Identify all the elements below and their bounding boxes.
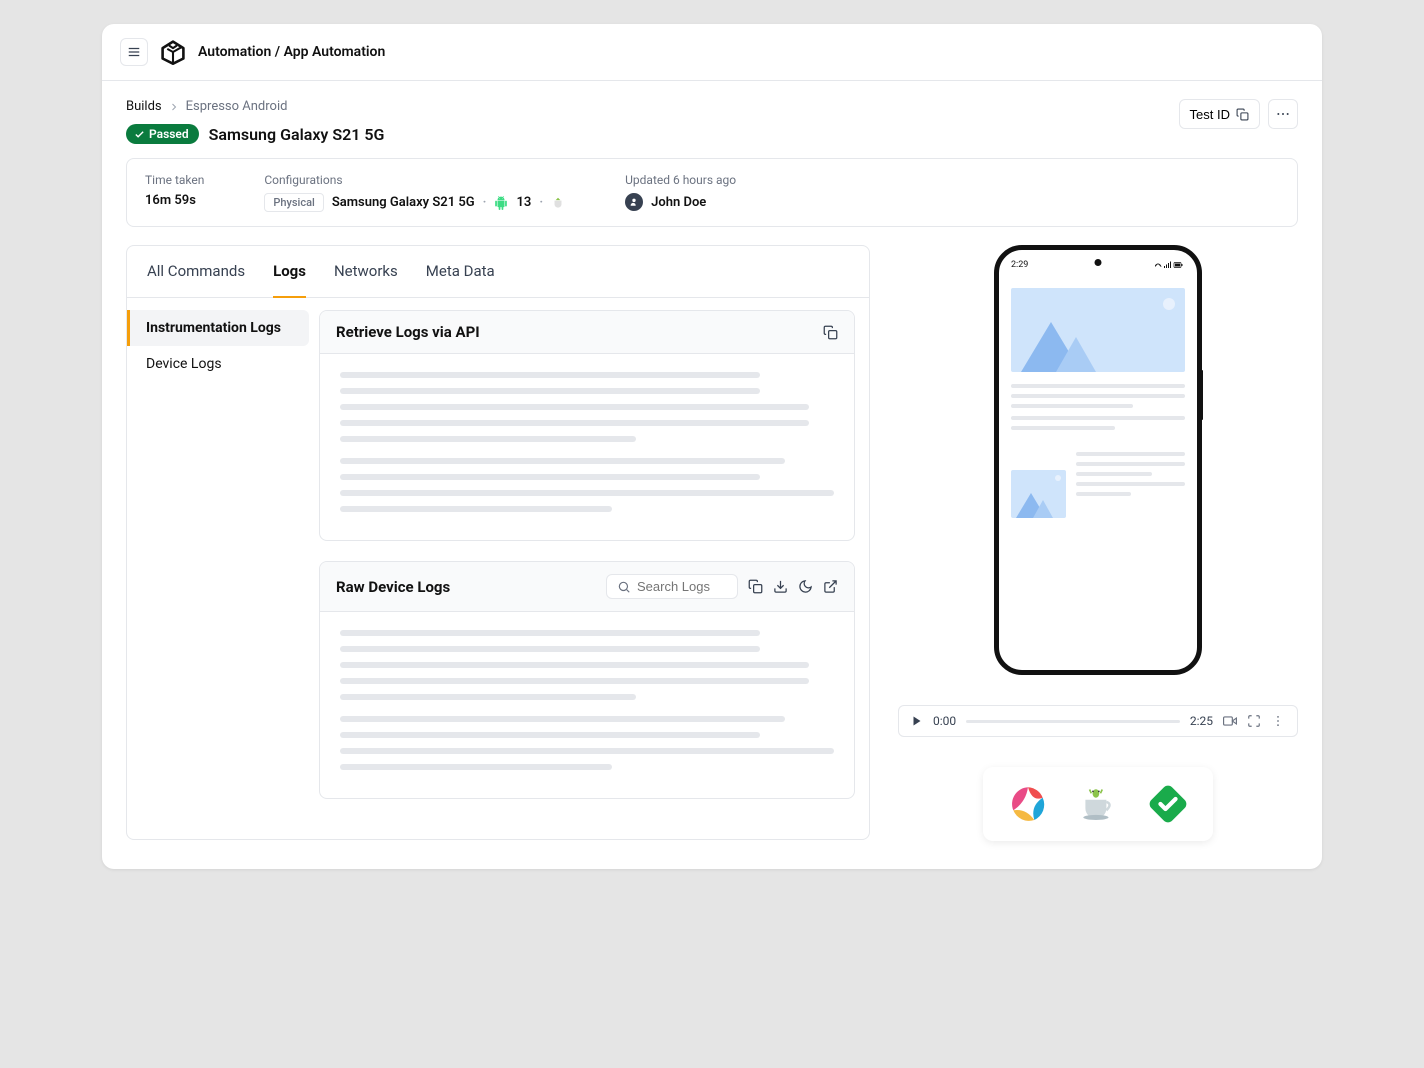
logs-panel: All Commands Logs Networks Meta Data Instru… bbox=[126, 245, 870, 840]
copy-icon bbox=[748, 579, 763, 594]
updated-label: Updated 6 hours ago bbox=[625, 173, 736, 187]
time-taken-label: Time taken bbox=[145, 173, 204, 187]
log-nav: Instrumentation LogsDevice Logs bbox=[127, 298, 317, 839]
page-title: Samsung Galaxy S21 5G bbox=[209, 125, 385, 144]
appium-icon bbox=[1007, 783, 1049, 825]
copy-button[interactable] bbox=[823, 325, 838, 340]
video-player[interactable]: 0:00 2:25 bbox=[898, 705, 1298, 737]
logo-icon bbox=[160, 39, 186, 65]
test-id-button[interactable]: Test ID bbox=[1179, 99, 1260, 129]
check-icon bbox=[134, 129, 145, 140]
raw-logs-title: Raw Device Logs bbox=[336, 578, 450, 596]
moon-icon bbox=[798, 579, 813, 594]
copy-icon bbox=[823, 325, 838, 340]
espresso-cup-icon bbox=[1077, 783, 1119, 825]
player-start: 0:00 bbox=[933, 714, 956, 728]
phone-time: 2:29 bbox=[1011, 260, 1028, 270]
header-breadcrumb: Automation / App Automation bbox=[198, 44, 385, 60]
search-input[interactable] bbox=[637, 579, 727, 594]
retrieve-logs-title: Retrieve Logs via API bbox=[336, 323, 480, 341]
android-icon bbox=[494, 196, 508, 210]
raw-logs-card: Raw Device Logs bbox=[319, 561, 855, 799]
device-preview: 2:29 bbox=[994, 245, 1202, 675]
search-icon bbox=[617, 580, 631, 594]
camera-icon[interactable] bbox=[1223, 714, 1237, 728]
fullscreen-icon[interactable] bbox=[1247, 714, 1261, 728]
nav-instrumentation-logs[interactable]: Instrumentation Logs bbox=[127, 310, 309, 346]
download-button[interactable] bbox=[773, 579, 788, 594]
status-badge: Passed bbox=[126, 124, 199, 144]
raw-logs-body bbox=[320, 612, 854, 798]
player-end: 2:25 bbox=[1190, 714, 1213, 728]
player-more-icon[interactable] bbox=[1271, 714, 1285, 728]
more-button[interactable] bbox=[1268, 99, 1298, 129]
info-bar: Time taken 16m 59s Configurations Physic… bbox=[126, 158, 1298, 227]
time-taken-value: 16m 59s bbox=[145, 193, 204, 208]
tab-networks[interactable]: Networks bbox=[334, 246, 398, 297]
external-link-button[interactable] bbox=[823, 579, 838, 594]
config-device: Samsung Galaxy S21 5G bbox=[332, 195, 475, 210]
breadcrumb: Builds Espresso Android bbox=[126, 99, 384, 114]
player-track[interactable] bbox=[966, 720, 1180, 723]
config-os: 13 bbox=[516, 195, 531, 210]
icon-tray bbox=[983, 767, 1213, 841]
play-icon bbox=[911, 715, 923, 727]
tab-meta-data[interactable]: Meta Data bbox=[426, 246, 495, 297]
hamburger-icon bbox=[127, 45, 141, 59]
breadcrumb-current: Espresso Android bbox=[186, 99, 288, 114]
configurations-label: Configurations bbox=[264, 173, 565, 187]
download-icon bbox=[773, 579, 788, 594]
external-link-icon bbox=[823, 579, 838, 594]
tab-all-commands[interactable]: All Commands bbox=[147, 246, 245, 297]
copy-icon bbox=[1236, 108, 1249, 121]
retrieve-logs-body bbox=[320, 354, 854, 540]
user-name: John Doe bbox=[651, 195, 706, 210]
passed-check-icon bbox=[1147, 783, 1189, 825]
tabs: All Commands Logs Networks Meta Data bbox=[127, 246, 869, 298]
dark-mode-button[interactable] bbox=[798, 579, 813, 594]
nav-device-logs[interactable]: Device Logs bbox=[127, 346, 317, 382]
chevron-right-icon bbox=[168, 101, 180, 113]
physical-tag: Physical bbox=[264, 193, 323, 212]
tab-logs[interactable]: Logs bbox=[273, 246, 306, 298]
espresso-icon bbox=[551, 196, 565, 210]
status-icons bbox=[1155, 261, 1185, 269]
copy-logs-button[interactable] bbox=[748, 579, 763, 594]
breadcrumb-root[interactable]: Builds bbox=[126, 99, 162, 114]
search-logs[interactable] bbox=[606, 574, 738, 599]
menu-button[interactable] bbox=[120, 38, 148, 66]
avatar bbox=[625, 193, 643, 211]
more-icon bbox=[1275, 106, 1291, 122]
retrieve-logs-card: Retrieve Logs via API bbox=[319, 310, 855, 541]
